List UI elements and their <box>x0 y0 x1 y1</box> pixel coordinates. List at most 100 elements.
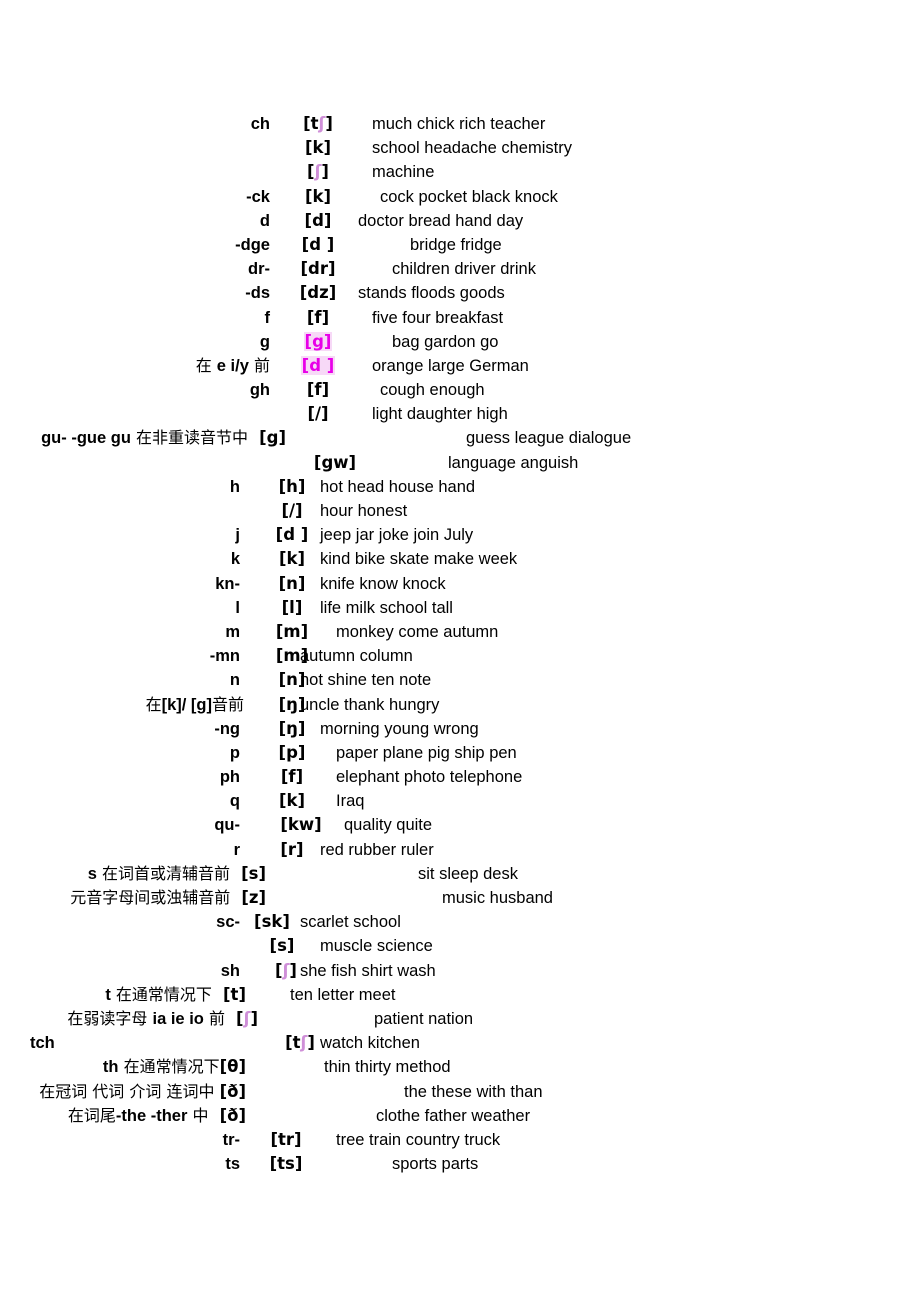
table-row: sc- [sk] scarlet school <box>0 910 920 934</box>
table-row: d [d] doctor bread hand day <box>0 209 920 233</box>
table-row: tch [tʃ] watch kitchen <box>0 1031 920 1055</box>
table-row: dr- [dr] children driver drink <box>0 257 920 281</box>
rule-letter: -ng <box>214 719 240 738</box>
table-row: kn- [n] knife know knock <box>0 572 920 596</box>
example-words: guess league dialogue <box>466 429 632 448</box>
phonetic-symbol: [z] <box>241 888 266 907</box>
rule-letter: j <box>235 526 240 545</box>
phonetic-symbol: [h] <box>278 476 306 496</box>
rule-letter: 在弱读字母 ia ie io 前 [ʃ] <box>67 1008 258 1028</box>
table-row: tr- [tr] tree train country truck <box>0 1128 920 1152</box>
phonetic-symbol: [f] <box>306 307 330 327</box>
example-words: doctor bread hand day <box>358 211 524 230</box>
example-words: the these with than <box>404 1082 543 1101</box>
example-words: sit sleep desk <box>418 864 518 883</box>
example-words: patient nation <box>374 1009 474 1028</box>
rule-letter: kn- <box>215 574 240 593</box>
phonetic-symbol: [ʃ] <box>236 1008 258 1028</box>
rule-letter: r <box>233 840 240 859</box>
table-row: th 在通常情况下[θ] thin thirty method <box>0 1055 920 1079</box>
phonetic-symbol: [ð] <box>219 1081 246 1101</box>
document-page: ch [tʃ] much chick rich teacher [k] scho… <box>0 0 920 1302</box>
phonetic-symbol: [sk] <box>254 912 290 932</box>
example-words: machine <box>372 163 435 182</box>
phonetic-symbol: [dz] <box>299 283 337 303</box>
phonetic-symbol: [g] <box>259 428 286 448</box>
table-row: -ck [k] cock pocket black knock <box>0 185 920 209</box>
example-words: thin thirty method <box>324 1058 451 1077</box>
table-row: -dge [d ] bridge fridge <box>0 233 920 257</box>
rule-letter: l <box>235 598 240 617</box>
rule-letter: tr- <box>222 1130 240 1149</box>
example-words: she fish shirt wash <box>300 961 436 980</box>
table-row: l [l] life milk school tall <box>0 596 920 620</box>
table-row: h [h] hot head house hand <box>0 475 920 499</box>
example-words: watch kitchen <box>320 1034 420 1053</box>
table-row: p [p] paper plane pig ship pen <box>0 741 920 765</box>
example-words: hot head house hand <box>320 477 476 496</box>
example-words: light daughter high <box>372 405 508 424</box>
table-row: ph [f] elephant photo telephone <box>0 765 920 789</box>
example-words: school headache chemistry <box>372 139 572 158</box>
table-row: gu- -gue gu 在非重读音节中 [g] guess league dia… <box>0 426 920 450</box>
example-words: music husband <box>442 889 553 907</box>
example-words: tree train country truck <box>336 1130 501 1149</box>
example-words: autumn column <box>300 647 413 666</box>
table-row: r [r] red rubber ruler <box>0 838 920 862</box>
example-words: cock pocket black knock <box>380 187 558 206</box>
table-row: 元音字母间或浊辅音前 [z] music husband <box>0 886 920 910</box>
phonetic-symbol: [ts] <box>269 1154 303 1174</box>
phonetic-symbol-highlight: [g] <box>303 331 333 351</box>
rule-letter: -ck <box>246 187 270 206</box>
table-row: -mn [m] autumn column <box>0 644 920 668</box>
phonetic-symbol: [θ] <box>219 1057 246 1077</box>
table-row: -ng [ŋ] morning young wrong <box>0 717 920 741</box>
table-row: ch [tʃ] much chick rich teacher <box>0 112 920 136</box>
table-row: n [n] not shine ten note <box>0 668 920 692</box>
example-words: cough enough <box>380 381 485 400</box>
example-words: uncle thank hungry <box>300 695 440 714</box>
rule-letter: -ds <box>245 284 270 303</box>
table-row: j [d ] jeep jar joke join July <box>0 523 920 547</box>
rule-letter: 在 e i/y 前 <box>195 355 270 375</box>
phonetic-symbol: [s] <box>269 936 295 956</box>
rule-letter: 在[k]/ [g]音前 <box>145 694 244 714</box>
phonetic-symbol: [ʃ] <box>307 162 329 182</box>
rule-letter: dr- <box>248 260 270 279</box>
table-row: k [k] kind bike skate make week <box>0 547 920 571</box>
rule-letter: d <box>259 211 270 230</box>
example-words: ten letter meet <box>290 985 396 1004</box>
phonetic-symbol: [g] <box>286 330 350 354</box>
phonetic-symbol: [ŋ] <box>278 718 306 738</box>
rule-letter: n <box>229 671 240 690</box>
table-row: m [m] monkey come autumn <box>0 620 920 644</box>
example-words: stands floods goods <box>358 284 505 303</box>
rule-letter: 在词尾-the -ther 中 [ð] <box>67 1105 246 1125</box>
table-row: s 在词首或清辅音前 [s] sit sleep desk <box>0 862 920 886</box>
phonetic-symbol: [dr] <box>300 259 336 279</box>
table-row: ts [ts] sports parts <box>0 1152 920 1176</box>
phonetic-symbol: [r] <box>280 839 304 859</box>
table-row: 在冠词 代词 介词 连词中 [ð] the these with than <box>0 1080 920 1104</box>
table-row: q [k] Iraq <box>0 789 920 813</box>
rule-letter: 在冠词 代词 介词 连词中 [ð] <box>39 1081 246 1101</box>
phonetic-symbol: [k] <box>278 549 306 569</box>
rule-letter: m <box>225 622 240 641</box>
table-row: g [g] bag gardon go <box>0 330 920 354</box>
example-words: children driver drink <box>392 260 536 279</box>
example-words: not shine ten note <box>300 671 432 690</box>
phonetic-symbol: [d] <box>304 210 332 230</box>
rule-letter: sc- <box>216 913 240 932</box>
example-words: jeep jar joke join July <box>320 526 474 545</box>
phonetic-symbol: [s] <box>241 863 266 883</box>
rule-letter: tch <box>30 1034 55 1053</box>
phonetic-symbol: [gw] <box>313 452 357 472</box>
rule-letter: gh <box>249 381 270 400</box>
rule-letter: k <box>230 550 240 569</box>
table-row: [k] school headache chemistry <box>0 136 920 160</box>
rule-letter: -mn <box>209 647 240 666</box>
example-words: bag gardon go <box>392 332 499 351</box>
example-words: monkey come autumn <box>336 622 499 641</box>
example-words: paper plane pig ship pen <box>336 743 517 762</box>
example-words: orange large German <box>372 356 529 375</box>
